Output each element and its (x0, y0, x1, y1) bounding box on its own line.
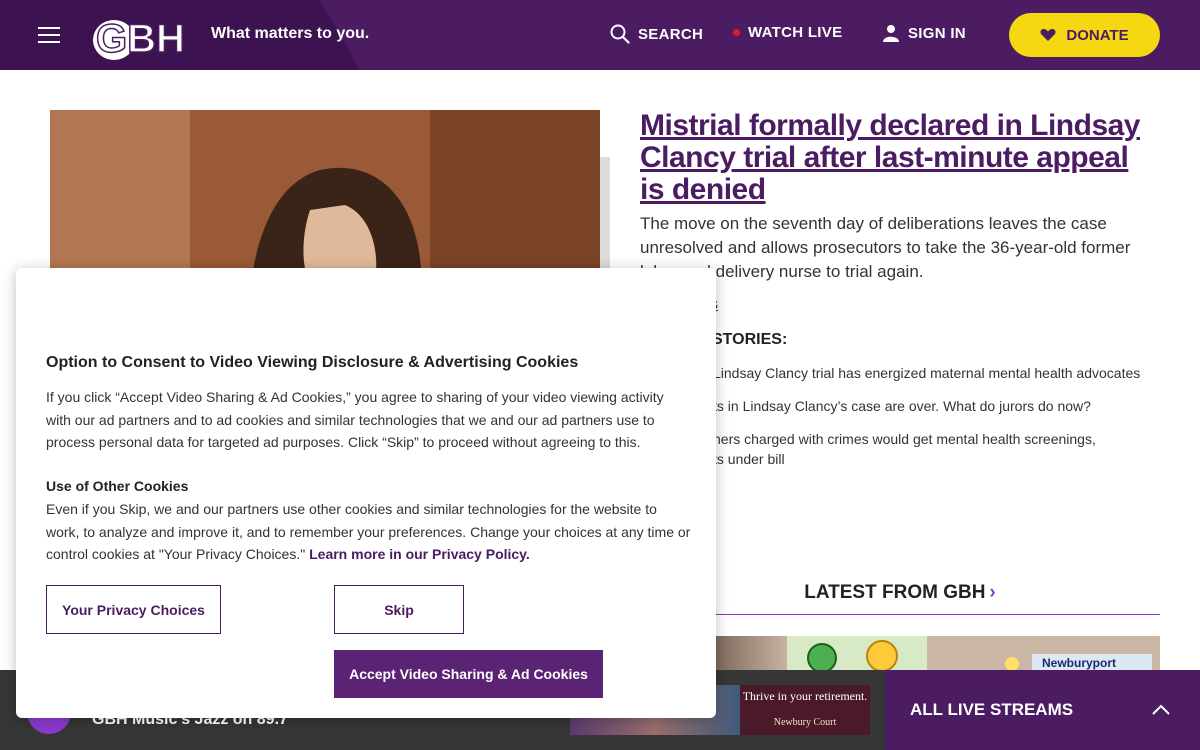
privacy-choices-button[interactable]: Your Privacy Choices (46, 585, 221, 634)
site-header: GBH What matters to you. SEARCH WATCH LI… (0, 0, 1200, 70)
tagline: What matters to you. (211, 25, 370, 42)
live-dot-icon (733, 29, 740, 36)
latest-divider (640, 614, 1160, 615)
search-button[interactable]: SEARCH (610, 24, 703, 44)
watch-live-button[interactable]: WATCH LIVE (733, 24, 842, 41)
cookie-consent-dialog: Option to Consent to Video Viewing Discl… (16, 268, 716, 718)
related-story-link[interactable]: Lindsay Clancy trial has energized mater… (713, 363, 1200, 383)
latest-from-gbh-heading[interactable]: LATEST FROM GBH › (640, 582, 1160, 604)
menu-icon[interactable] (38, 25, 62, 45)
heart-icon (1040, 29, 1056, 41)
privacy-policy-link[interactable]: Learn more in our Privacy Policy. (309, 546, 530, 562)
other-cookies-paragraph: Even if you Skip, we and our partners us… (46, 498, 691, 566)
user-icon (883, 25, 899, 42)
related-story-link[interactable]: ts in Lindsay Clancy’s case are over. Wh… (713, 396, 1200, 416)
logo-text: GBH (96, 17, 185, 61)
all-live-streams-button[interactable]: ALL LIVE STREAMS (885, 670, 1200, 750)
chevron-right-icon: › (989, 582, 996, 603)
donate-label: DONATE (1066, 26, 1129, 44)
ad-brand: Newbury Court (773, 717, 837, 728)
related-story-link[interactable]: ts under bill (713, 449, 1200, 469)
related-stories-heading: STORIES: (712, 331, 788, 348)
article-headline[interactable]: Mistrial formally declared in Lindsay Cl… (640, 110, 1160, 206)
article-dek: The move on the seventh day of deliberat… (640, 214, 1131, 281)
other-cookies-heading: Use of Other Cookies (46, 478, 189, 494)
skip-button[interactable]: Skip (334, 585, 464, 634)
consent-title: Option to Consent to Video Viewing Discl… (46, 354, 579, 371)
newburyport-label: Newburyport (1042, 656, 1117, 670)
search-label: SEARCH (638, 25, 704, 43)
latest-heading-label: LATEST FROM GBH (804, 582, 986, 603)
accept-cookies-button[interactable]: Accept Video Sharing & Ad Cookies (334, 650, 603, 698)
related-story-link[interactable]: hers charged with crimes would get menta… (713, 429, 1200, 449)
all-live-streams-label: ALL LIVE STREAMS (910, 700, 1074, 719)
consent-paragraph: If you click “Accept Video Sharing & Ad … (46, 389, 664, 450)
search-icon (610, 24, 630, 44)
ad-title: Thrive in your retirement. (742, 689, 868, 703)
sign-in-button[interactable]: SIGN IN (882, 24, 966, 42)
chevron-up-icon (1152, 704, 1170, 715)
watch-live-label: WATCH LIVE (748, 24, 843, 41)
sign-in-label: SIGN IN (908, 24, 966, 42)
gbh-logo[interactable]: GBH (92, 8, 192, 62)
donate-button[interactable]: DONATE (1009, 13, 1160, 57)
